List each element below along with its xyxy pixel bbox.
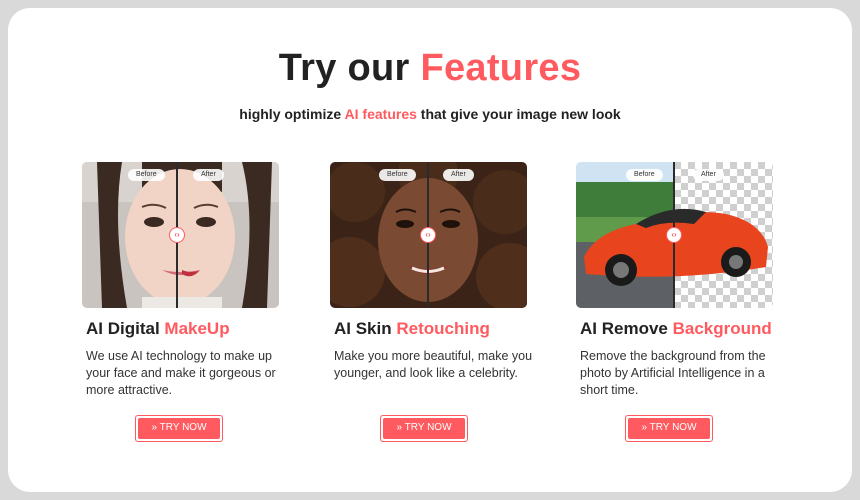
card-title-text: AI Remove <box>580 319 673 338</box>
before-label: Before <box>128 169 165 181</box>
card-title: AI Digital MakeUp <box>86 319 230 339</box>
try-now-button[interactable]: » TRY NOW <box>138 418 220 439</box>
after-label: After <box>693 169 724 181</box>
before-label: Before <box>379 169 416 181</box>
subtitle-highlight: AI features <box>344 106 417 122</box>
left-right-arrows-icon[interactable]: ‹› <box>666 227 682 243</box>
card-title-highlight: MakeUp <box>164 319 230 338</box>
feature-card-remove-background: Before After ‹› AI Remove Background Rem… <box>576 162 776 442</box>
subtitle-post: that give your image new look <box>416 106 621 122</box>
try-now-button[interactable]: » TRY NOW <box>628 418 710 439</box>
subtitle-pre: highly optimize <box>239 106 345 122</box>
card-title-text: AI Skin <box>334 319 397 338</box>
card-description: Make you more beautiful, make you younge… <box>334 349 533 380</box>
try-now-button-frame: » TRY NOW <box>135 415 223 442</box>
card-title: AI Skin Retouching <box>334 319 490 339</box>
double-chevron-right-icon: » <box>151 422 158 433</box>
left-right-arrows-icon[interactable]: ‹› <box>420 227 436 243</box>
feature-card-makeup: Before After ‹› AI Digital MakeUp We use… <box>82 162 282 442</box>
try-now-button-frame: » TRY NOW <box>380 415 468 442</box>
double-chevron-right-icon: » <box>641 422 648 433</box>
try-now-label: TRY NOW <box>404 422 452 433</box>
card-description: Remove the background from the photo by … <box>580 349 766 397</box>
card-title: AI Remove Background <box>580 319 772 339</box>
try-now-label: TRY NOW <box>649 422 697 433</box>
makeup-before-after-image: Before After ‹› <box>82 162 279 308</box>
card-title-highlight: Background <box>672 319 772 338</box>
try-now-button[interactable]: » TRY NOW <box>383 418 465 439</box>
after-label: After <box>193 169 224 181</box>
page-title: Try our Features <box>0 44 860 92</box>
try-now-button-frame: » TRY NOW <box>625 415 713 442</box>
left-right-arrows-icon[interactable]: ‹› <box>169 227 185 243</box>
skin-before-after-image: Before After ‹› <box>330 162 527 308</box>
feature-card-skin-retouching: Before After ‹› AI Skin Retouching Make … <box>330 162 532 442</box>
try-now-label: TRY NOW <box>159 422 207 433</box>
after-label: After <box>443 169 474 181</box>
before-label: Before <box>626 169 663 181</box>
card-title-highlight: Retouching <box>396 319 490 338</box>
title-highlight: Features <box>420 47 582 89</box>
background-before-after-image: Before After ‹› <box>576 162 773 308</box>
card-title-text: AI Digital <box>86 319 165 338</box>
card-description: We use AI technology to make up your fac… <box>86 349 276 397</box>
page-subtitle: highly optimize AI features that give yo… <box>0 106 860 122</box>
double-chevron-right-icon: » <box>396 422 403 433</box>
title-text: Try our <box>278 47 421 89</box>
